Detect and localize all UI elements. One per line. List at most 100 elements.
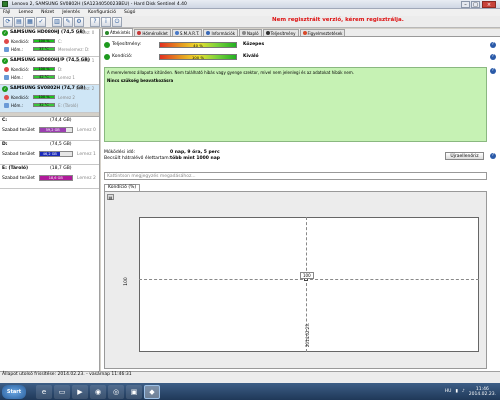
refresh-icon[interactable]: ⟳ bbox=[3, 16, 13, 27]
status-bar: Állapot utolsó frissítése: 2014.02.23. -… bbox=[0, 371, 500, 383]
menu-view[interactable]: Nézet bbox=[41, 10, 54, 15]
tab-alerts[interactable]: Figyelmeztetések bbox=[299, 29, 346, 36]
help-icon[interactable]: ? bbox=[490, 42, 496, 48]
info-icon[interactable]: i bbox=[101, 16, 111, 27]
thermometer-icon bbox=[4, 74, 9, 80]
help-icon[interactable]: ? bbox=[490, 68, 496, 74]
volume-item[interactable]: C: (74,4 GB) Szabad terület 59,2 GB Leme… bbox=[0, 117, 99, 141]
volume-item[interactable]: E: (Tároló) (18,7 GB) Szabad terület 18,… bbox=[0, 165, 99, 189]
heart-icon bbox=[4, 66, 9, 72]
temp-extra: E: (Tároló) bbox=[58, 102, 79, 108]
tab-health-chart[interactable]: Kondíció (%) bbox=[104, 184, 141, 191]
chart-options-icon[interactable]: ▤ bbox=[107, 194, 114, 200]
disk-icon[interactable]: ▤ bbox=[14, 16, 24, 27]
status-ok-icon bbox=[104, 41, 110, 48]
y-tick-label: 100 bbox=[123, 277, 129, 286]
tab-label: Áttekintés bbox=[110, 30, 131, 35]
free-value: 59,2 GB bbox=[39, 128, 66, 132]
exit-icon[interactable]: ⏻ bbox=[112, 16, 122, 27]
settings-icon[interactable]: ⚙ bbox=[74, 16, 84, 27]
media-player-icon[interactable]: ▶ bbox=[72, 384, 88, 399]
maximize-button[interactable]: □ bbox=[471, 1, 480, 8]
health-extra: Lemez 2 bbox=[58, 94, 75, 100]
clock[interactable]: 11:46 2014.02.23. bbox=[469, 387, 496, 397]
disk-temp-row: Hőm.: 42 °C Lemez 1 bbox=[4, 74, 75, 80]
tab-label: Hőmérséklet bbox=[142, 30, 168, 36]
network-icon[interactable]: ▮ bbox=[455, 389, 457, 394]
volume-item[interactable]: D: (74,5 GB) Szabad terület 46,2 GB Leme… bbox=[0, 141, 99, 165]
health-extra: D: bbox=[58, 66, 63, 72]
volume-icon[interactable]: ♪ bbox=[462, 389, 465, 394]
lifetime-row: Becsült hátralévő élettartam: több mint … bbox=[104, 156, 220, 161]
ie-icon[interactable]: e bbox=[36, 384, 52, 399]
menu-help[interactable]: Súgó bbox=[124, 10, 135, 15]
tab-bar: Áttekintés Hőmérséklet S.M.A.R.T. Inform… bbox=[101, 28, 500, 37]
tab-label: S.M.A.R.T. bbox=[179, 30, 200, 36]
minimize-button[interactable]: – bbox=[461, 1, 470, 8]
free-label: Szabad terület bbox=[2, 151, 35, 157]
recheck-button[interactable]: Újraellenőriz bbox=[445, 152, 484, 160]
volume-name: E: (Tároló) bbox=[2, 166, 29, 171]
alert-icon bbox=[302, 31, 307, 35]
unregistered-notice[interactable]: Nem regisztrált verzió, kérem regisztrál… bbox=[272, 17, 404, 23]
heart-icon bbox=[4, 94, 9, 100]
menu-report[interactable]: Jelentés bbox=[62, 10, 80, 15]
health-message-box: A merevlemez állapota kitűnően. Nem talá… bbox=[104, 67, 487, 142]
window-title: Lenovo 2, SAMSUNG SV0802H (SA1234050023B… bbox=[12, 1, 187, 7]
firefox-icon[interactable]: ◉ bbox=[90, 384, 106, 399]
menu-disk[interactable]: Lemez bbox=[18, 10, 33, 15]
options-icon[interactable]: ✎ bbox=[63, 16, 73, 27]
chrome-icon[interactable]: ◎ bbox=[108, 384, 124, 399]
taskbar: Start e ▭ ▶ ◉ ◎ ▣ ◆ bbox=[0, 383, 500, 400]
volume-free-row: Szabad terület 59,2 GB Lemez 0 bbox=[2, 127, 96, 133]
chart-icon[interactable]: ▥ bbox=[52, 16, 62, 27]
tab-overview[interactable]: Áttekintés bbox=[102, 28, 134, 36]
close-button[interactable]: × bbox=[482, 1, 496, 8]
health-bar: 100 % bbox=[33, 95, 55, 99]
comment-input[interactable]: Kattintson megjegyzés megadásához... bbox=[104, 172, 487, 180]
disk-item[interactable]: ✓ SAMSUNG HD080HJ (74,5 GB) Lemez: 0 Kon… bbox=[0, 29, 99, 57]
tab-label: Teljesítmény bbox=[270, 30, 296, 36]
report-icon[interactable]: ▦ bbox=[25, 16, 35, 27]
menu-bar: Fájl Lemez Nézet Jelentés Konfiguráció S… bbox=[0, 9, 500, 16]
test-icon[interactable]: ✓ bbox=[36, 16, 46, 27]
tab-performance[interactable]: Teljesítmény bbox=[262, 29, 299, 36]
volume-free-row: Szabad terület 18,6 GB Lemez 2 bbox=[2, 175, 96, 181]
tab-info[interactable]: Információk bbox=[203, 29, 239, 36]
heart-icon bbox=[4, 38, 9, 44]
performance-bar: 40 % bbox=[159, 41, 237, 48]
performance-label: Teljesítmény: bbox=[112, 42, 142, 47]
help-icon[interactable]: ? bbox=[90, 16, 100, 27]
h-crosshair bbox=[139, 279, 479, 280]
language-indicator[interactable]: HU bbox=[445, 389, 452, 394]
tab-temperature[interactable]: Hőmérséklet bbox=[134, 29, 171, 36]
heart-icon bbox=[104, 53, 110, 60]
x-tick-label: 2014.02.23. bbox=[305, 322, 310, 347]
temp-extra: Lemez 1 bbox=[58, 74, 75, 80]
free-value: 18,6 GB bbox=[39, 176, 72, 180]
disk-item[interactable]: ✓ SAMSUNG HD080HJ/P (74,5 GB) Lemez: 1 K… bbox=[0, 57, 99, 85]
volume-free-row: Szabad terület 46,2 GB Lemez 1 bbox=[2, 151, 96, 157]
toolbar: ⟳ ▤ ▦ ✓ ▥ ✎ ⚙ ? i ⏻ bbox=[0, 16, 500, 28]
tab-smart[interactable]: S.M.A.R.T. bbox=[171, 29, 203, 36]
help-icon[interactable]: ? bbox=[490, 153, 496, 159]
volume-size: (74,5 GB) bbox=[50, 142, 72, 147]
tab-log[interactable]: Napló bbox=[239, 29, 262, 36]
free-bar: 18,6 GB bbox=[38, 175, 73, 181]
health-message: A merevlemez állapota kitűnően. Nem talá… bbox=[107, 70, 354, 75]
disk-item-selected[interactable]: ✓ SAMSUNG SV0802H (74,7 GB) Lemez: 2 Kon… bbox=[0, 85, 99, 113]
help-icon[interactable]: ? bbox=[490, 54, 496, 60]
health-bar: 100 % bbox=[33, 39, 55, 43]
start-button[interactable]: Start bbox=[2, 384, 26, 399]
menu-config[interactable]: Konfiguráció bbox=[88, 10, 116, 15]
thermometer-icon bbox=[4, 46, 9, 52]
hd-sentinel-icon[interactable]: ◆ bbox=[144, 384, 160, 399]
info-icon bbox=[206, 31, 211, 35]
explorer-icon[interactable]: ▭ bbox=[54, 384, 70, 399]
health-label: Kondíció: bbox=[11, 38, 30, 44]
lifetime-value: több mint 1000 nap bbox=[170, 156, 220, 161]
status-ok-icon: ✓ bbox=[2, 58, 8, 64]
menu-file[interactable]: Fájl bbox=[3, 10, 10, 15]
uptime-label: Működési idő: bbox=[104, 150, 135, 155]
folder-icon[interactable]: ▣ bbox=[126, 384, 142, 399]
